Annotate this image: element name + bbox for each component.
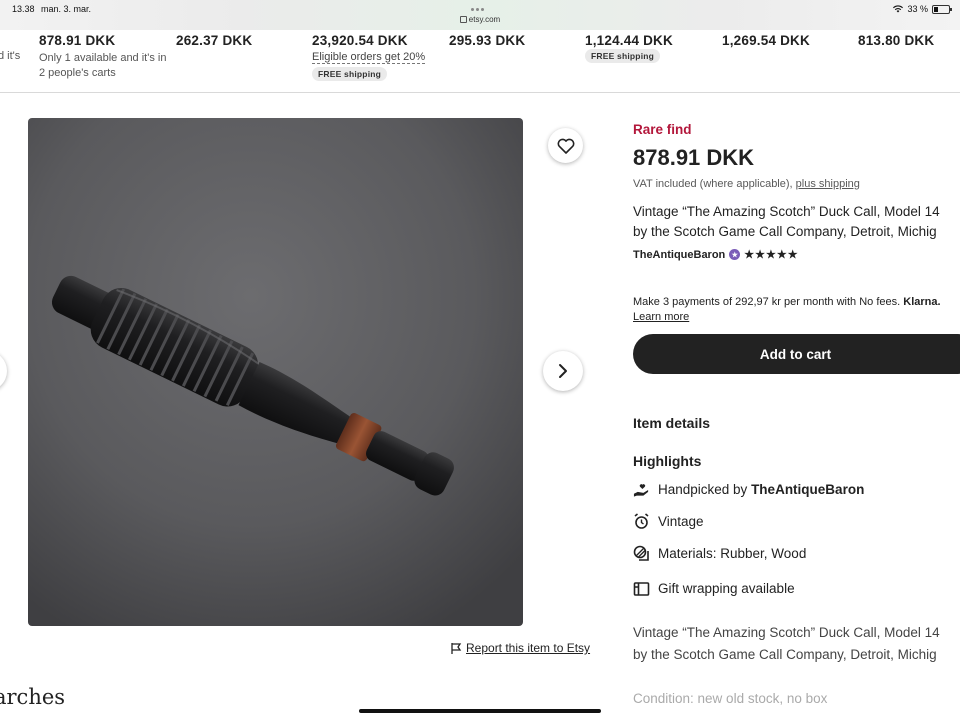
- recommendation-card[interactable]: 23,920.54 DKK Eligible orders get 20% FR…: [312, 33, 426, 81]
- learn-more-link[interactable]: Learn more: [633, 311, 689, 323]
- recommendations-strip: d it's 878.91 DKK Only 1 available and i…: [0, 30, 960, 93]
- listing-title: Vintage “The Amazing Scotch” Duck Call, …: [633, 202, 960, 242]
- product-image[interactable]: [28, 118, 523, 626]
- add-to-cart-label: Add to cart: [759, 346, 832, 362]
- report-link-text: Report this item to Etsy: [466, 641, 591, 655]
- highlight-item: Gift wrapping available: [633, 580, 795, 597]
- highlight-item: Handpicked by TheAntiqueBaron: [633, 481, 864, 498]
- next-image-button[interactable]: [543, 351, 583, 391]
- gift-icon: [633, 580, 650, 597]
- promo-link[interactable]: Eligible orders get 20%: [312, 51, 426, 64]
- recommendation-price: 813.80 DKK: [858, 33, 935, 48]
- recommendation-price: 1,269.54 DKK: [722, 33, 810, 48]
- highlight-item: Materials: Rubber, Wood: [633, 545, 806, 562]
- partial-item-text: d it's: [0, 50, 21, 62]
- recommendation-card[interactable]: 1,124.44 DKK FREE shipping: [585, 33, 673, 63]
- tab-dots-icon[interactable]: [471, 3, 489, 11]
- url-text: etsy.com: [468, 15, 501, 24]
- recommendation-card[interactable]: 813.80 DKK: [858, 33, 934, 48]
- highlight-text: Vintage: [658, 514, 704, 529]
- searches-heading: arches: [0, 685, 66, 709]
- recommendation-card[interactable]: 1,269.54 DKK: [722, 33, 810, 48]
- item-details-heading[interactable]: Item details: [633, 415, 710, 431]
- highlight-item: Vintage: [633, 513, 704, 530]
- vat-note: VAT included (where applicable), plus sh…: [633, 178, 860, 190]
- recommendation-availability: Only 1 available and it's in 2 people's …: [39, 52, 167, 79]
- listing-title-line: by the Scotch Game Call Company, Detroit…: [633, 224, 937, 239]
- recommendation-price: 878.91 DKK: [39, 33, 116, 48]
- highlight-text: Materials: Rubber, Wood: [658, 546, 807, 561]
- free-shipping-badge: FREE shipping: [585, 49, 661, 63]
- heart-icon: [557, 138, 574, 154]
- recommendation-price: 23,920.54 DKK: [312, 33, 408, 48]
- alarm-clock-icon: [633, 513, 650, 530]
- flag-icon: [451, 642, 462, 654]
- rating-stars[interactable]: ★★★★★: [744, 248, 798, 261]
- status-right: 33 %: [893, 4, 952, 14]
- hand-heart-icon: [633, 481, 650, 498]
- highlights-heading: Highlights: [633, 453, 702, 469]
- star-seller-icon: ★: [729, 249, 741, 260]
- previous-image-button[interactable]: [0, 351, 7, 391]
- status-date: man. 3. mar.: [41, 4, 92, 14]
- favorite-button[interactable]: [548, 128, 583, 163]
- materials-icon: [633, 545, 650, 562]
- description-line: by the Scotch Game Call Company, Detroit…: [633, 647, 937, 662]
- highlight-text: Handpicked by: [658, 482, 752, 497]
- shop-info: TheAntiqueBaron ★ ★★★★★: [633, 248, 799, 262]
- recommendation-price: 262.37 DKK: [176, 33, 253, 48]
- listing-price: 878.91 DKK: [633, 145, 755, 170]
- add-to-cart-button[interactable]: Add to cart: [633, 334, 960, 374]
- battery-icon: [932, 4, 952, 14]
- address-bar[interactable]: etsy.com: [0, 15, 960, 24]
- wifi-icon: [893, 5, 904, 13]
- lock-icon: [459, 16, 467, 23]
- recommendation-card[interactable]: 878.91 DKK Only 1 available and it's in …: [39, 33, 169, 81]
- klarna-text: Make 3 payments of 292,97 kr per month w…: [633, 296, 904, 308]
- highlight-shop-name[interactable]: TheAntiqueBaron: [751, 482, 864, 497]
- recommendation-card[interactable]: 262.37 DKK: [176, 33, 252, 48]
- report-item-link[interactable]: Report this item to Etsy: [450, 641, 590, 655]
- description-line: Vintage “The Amazing Scotch” Duck Call, …: [633, 625, 940, 640]
- rare-find-label: Rare find: [633, 122, 692, 137]
- home-indicator[interactable]: [359, 709, 601, 713]
- shop-name-link[interactable]: TheAntiqueBaron: [633, 249, 725, 261]
- status-bar: 13.38 man. 3. mar. etsy.com 33 %: [0, 0, 960, 30]
- listing-description: Vintage “The Amazing Scotch” Duck Call, …: [633, 622, 940, 666]
- highlight-text: Gift wrapping available: [658, 581, 795, 596]
- recommendation-price: 295.93 DKK: [449, 33, 526, 48]
- listing-title-line: Vintage “The Amazing Scotch” Duck Call, …: [633, 204, 940, 219]
- recommendation-card[interactable]: 295.93 DKK: [449, 33, 525, 48]
- klarna-logo: Klarna.: [903, 296, 941, 308]
- status-time: 13.38: [12, 4, 35, 14]
- shipping-link[interactable]: plus shipping: [796, 178, 860, 190]
- chevron-right-icon: [559, 364, 567, 378]
- vat-text: VAT included (where applicable),: [633, 178, 796, 190]
- battery-percent: 33 %: [907, 4, 928, 14]
- klarna-notice: Make 3 payments of 292,97 kr per month w…: [633, 295, 960, 325]
- condition-text: Condition: new old stock, no box: [633, 691, 828, 706]
- free-shipping-badge: FREE shipping: [312, 67, 388, 81]
